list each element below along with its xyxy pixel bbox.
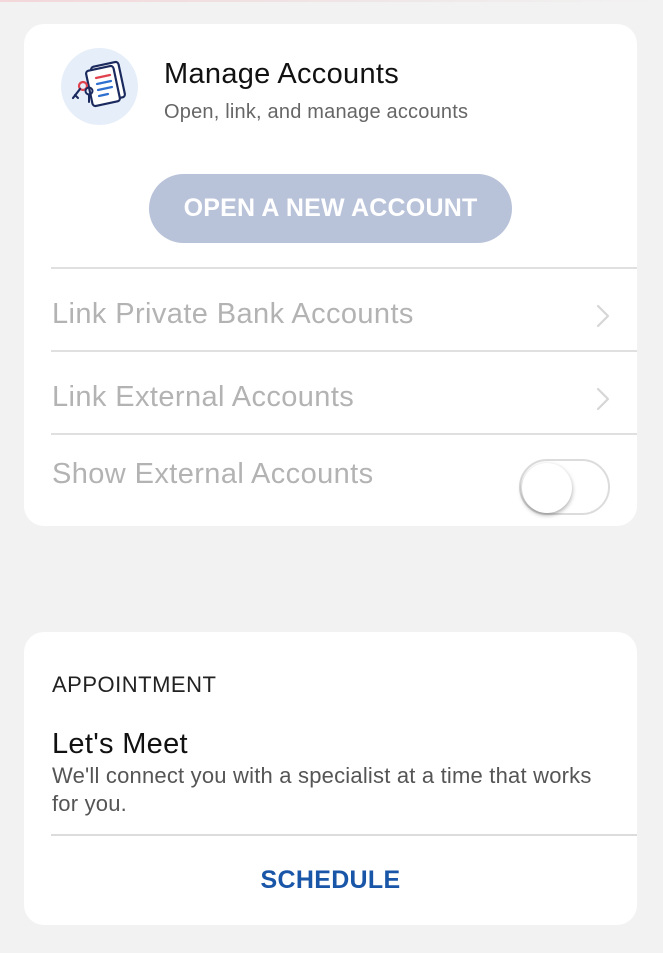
open-new-account-button[interactable]: OPEN A NEW ACCOUNT — [149, 174, 512, 243]
chevron-right-icon — [596, 304, 610, 328]
appointment-description: We'll connect you with a specialist at a… — [52, 763, 592, 816]
document-keys-icon — [61, 48, 138, 125]
show-external-accounts-toggle[interactable] — [519, 459, 610, 515]
link-external-accounts-label: Link External Accounts — [52, 381, 355, 413]
show-external-accounts-label: Show External Accounts — [52, 458, 374, 490]
schedule-button[interactable]: SCHEDULE — [24, 860, 637, 900]
manage-accounts-card: Manage Accounts Open, link, and manage a… — [24, 24, 637, 526]
appointment-section-label: APPOINTMENT — [52, 672, 217, 697]
appointment-card: APPOINTMENT Let's Meet We'll connect you… — [24, 632, 637, 925]
top-edge-strip — [0, 0, 663, 2]
divider — [51, 433, 637, 435]
appointment-title: Let's Meet — [52, 728, 188, 760]
toggle-knob — [522, 463, 572, 513]
divider — [51, 834, 637, 836]
chevron-right-icon — [596, 387, 610, 411]
link-private-bank-accounts-label: Link Private Bank Accounts — [52, 298, 414, 330]
manage-accounts-title: Manage Accounts — [164, 58, 400, 90]
manage-accounts-subtitle: Open, link, and manage accounts — [164, 101, 469, 123]
